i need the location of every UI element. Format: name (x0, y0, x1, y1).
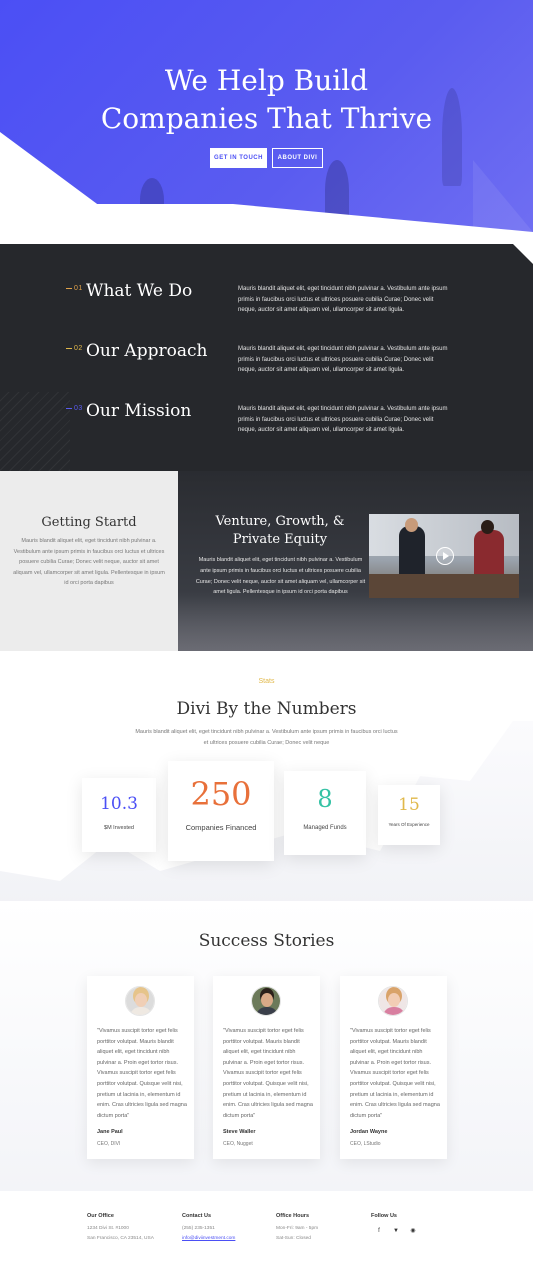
play-icon[interactable] (436, 547, 454, 565)
venture-title: Venture, Growth, & Private Equity (215, 514, 345, 547)
footer-follow: Follow Us (371, 1213, 397, 1224)
footer-heading: Our Office (87, 1213, 114, 1219)
stat-card: 250 Companies Financed (168, 761, 274, 861)
avatar-face (388, 993, 400, 1007)
stat-caption: Managed Funds (303, 825, 347, 831)
facebook-icon[interactable]: f (374, 1226, 384, 1236)
stats-section: Stats Divi By the Numbers Mauris blandit… (0, 651, 533, 901)
testimonial-name: Jordan Wayne (350, 1129, 388, 1135)
success-title: Success Stories (198, 931, 335, 951)
testimonial-role: CEO, LStudio (350, 1141, 381, 1147)
video-thumbnail[interactable] (369, 514, 519, 598)
service-text: Mauris blandit aliquet elit, eget tincid… (238, 406, 448, 433)
footer-hours-line: Sat-Sun: Closed (276, 1236, 311, 1241)
service-number: 02 (66, 345, 83, 352)
stat-caption: Companies Financed (185, 823, 257, 832)
service-title: What We Do (86, 281, 193, 301)
avatar (125, 986, 155, 1016)
avatar (378, 986, 408, 1016)
footer-address-line: 1234 Divi St. #1000 (87, 1226, 129, 1231)
footer-email-link[interactable]: info@diviinvestment.com (182, 1236, 235, 1241)
testimonial-card: "Vivamus suscipit tortor eget felis port… (87, 976, 194, 1159)
table-surface (369, 574, 519, 598)
service-text: Mauris blandit aliquet elit, eget tincid… (238, 286, 448, 313)
footer-hours: Office Hours Mon-Fri: 9am - 5pm Sat-Sun:… (276, 1213, 318, 1244)
stat-value: 15 (398, 795, 420, 815)
footer-heading: Office Hours (276, 1213, 310, 1219)
service-title: Our Approach (86, 341, 208, 361)
hero-title: We Help Build Companies That Thrive (100, 64, 433, 135)
success-stories-section: Success Stories "Vivamus suscipit tortor… (0, 901, 533, 1191)
stats-title: Divi By the Numbers (176, 699, 357, 719)
footer-contact: Contact Us (255) 235-1351 info@diviinves… (182, 1213, 235, 1244)
section-shape (513, 244, 533, 264)
get-in-touch-button[interactable]: GET IN TOUCH (210, 148, 267, 168)
footer-heading: Contact Us (182, 1213, 212, 1219)
footer-office: Our Office 1234 Divi St. #1000 San Franc… (87, 1213, 154, 1244)
person-head (481, 520, 494, 534)
twitter-icon[interactable]: ▼ (391, 1226, 401, 1236)
testimonial-role: CEO, DIVI (97, 1141, 121, 1147)
services-section: 01 What We Do Mauris blandit aliquet eli… (0, 244, 533, 472)
footer-phone: (255) 235-1351 (182, 1226, 215, 1231)
service-number: 01 (66, 285, 83, 292)
about-divi-button[interactable]: ABOUT DIVI (272, 148, 323, 168)
stat-caption: $M Invested (104, 825, 134, 831)
decorative-stripes (0, 392, 70, 472)
footer-heading: Follow Us (371, 1213, 397, 1219)
service-text: Mauris blandit aliquet elit, eget tincid… (238, 346, 448, 373)
avatar-face (135, 993, 147, 1007)
footer-address-line: San Francisco, CA 23514, USA (87, 1236, 154, 1241)
testimonial-quote: "Vivamus suscipit tortor eget felis port… (97, 1028, 187, 1119)
stat-value: 10.3 (100, 794, 138, 814)
testimonial-name: Jane Paul (97, 1129, 123, 1135)
background-image (178, 591, 533, 651)
footer: Our Office 1234 Divi St. #1000 San Franc… (0, 1191, 533, 1269)
service-number: 03 (66, 405, 83, 412)
testimonial-name: Steve Waller (223, 1129, 256, 1135)
getting-started-title: Getting Startd (41, 515, 137, 530)
person-head (405, 518, 418, 532)
service-title: Our Mission (86, 401, 192, 421)
testimonial-role: CEO, Nugget (223, 1141, 253, 1147)
avatar-face (261, 993, 273, 1007)
stats-label: Stats (258, 678, 275, 685)
avatar (251, 986, 281, 1016)
stat-value: 250 (190, 775, 252, 813)
stat-card: 8 Managed Funds (284, 771, 366, 855)
testimonial-quote: "Vivamus suscipit tortor eget felis port… (223, 1028, 313, 1119)
stats-subtitle: Mauris blandit aliquet elit, eget tincid… (135, 729, 398, 746)
footer-email-row: info@diviinvestment.com (182, 1234, 235, 1244)
instagram-icon[interactable]: ◉ (408, 1226, 418, 1236)
hero-shape (0, 204, 533, 232)
stat-card: 10.3 $M Invested (82, 778, 156, 852)
testimonial-quote: "Vivamus suscipit tortor eget felis port… (350, 1028, 440, 1119)
stat-value: 8 (317, 785, 333, 813)
hero-section: We Help Build Companies That Thrive GET I… (0, 0, 533, 232)
getting-started-panel: Getting Startd Mauris blandit aliquet el… (0, 471, 178, 651)
venture-panel: Venture, Growth, & Private Equity Mauris … (178, 471, 533, 651)
getting-started-text: Mauris blandit aliquet elit, eget tincid… (13, 538, 165, 586)
venture-text: Mauris blandit aliquet elit, eget tincid… (195, 557, 366, 596)
testimonial-card: "Vivamus suscipit tortor eget felis port… (213, 976, 320, 1159)
footer-hours-line: Mon-Fri: 9am - 5pm (276, 1226, 319, 1231)
stat-caption: Years Of Experience (388, 822, 430, 827)
stat-card: 15 Years Of Experience (378, 785, 440, 845)
testimonial-card: "Vivamus suscipit tortor eget felis port… (340, 976, 447, 1159)
